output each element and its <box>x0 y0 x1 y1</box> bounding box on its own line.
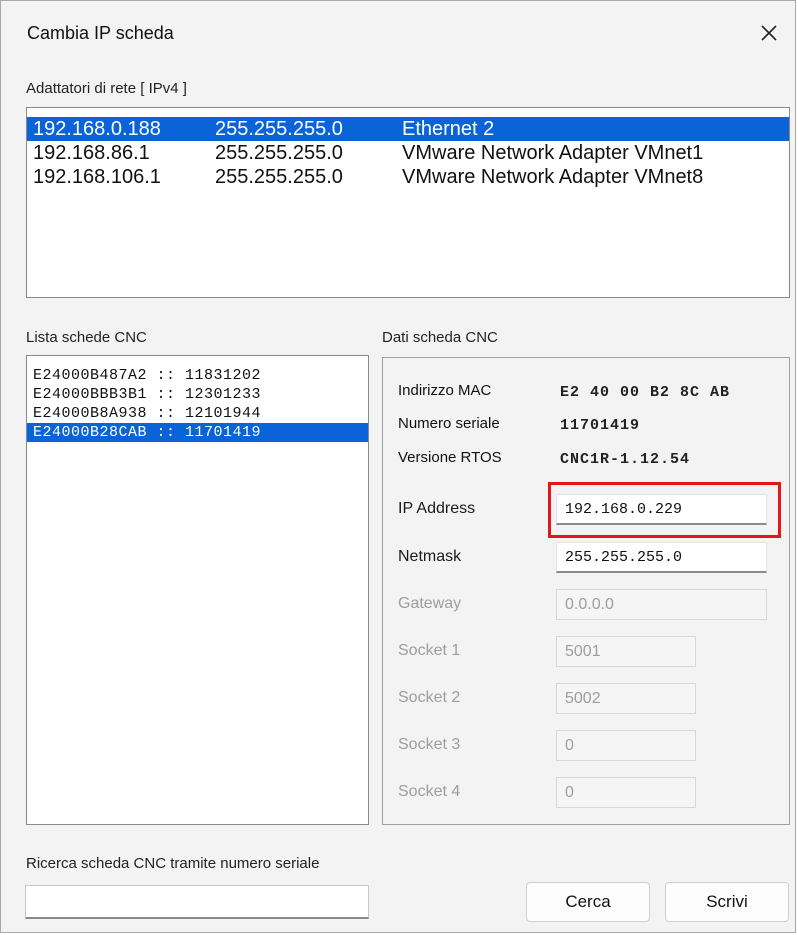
adapter-mask: 255.255.255.0 <box>215 118 343 140</box>
serial-value: 11701419 <box>560 417 641 434</box>
socket-1-label: Socket 1 <box>398 642 461 659</box>
cnc-list-item-selected[interactable]: E24000B28CAB :: 11701419 <box>27 423 368 442</box>
rtos-value: CNC1R-1.12.54 <box>560 451 691 468</box>
adapter-row[interactable]: 192.168.106.1 255.255.255.0 VMware Netwo… <box>27 165 789 189</box>
socket-3-label: Socket 3 <box>398 736 461 753</box>
adapter-row[interactable]: 192.168.86.1 255.255.255.0 VMware Networ… <box>27 141 789 165</box>
socket-1-input[interactable]: 5001 <box>556 636 696 667</box>
cnc-list-label: Lista schede CNC <box>26 329 147 346</box>
search-label: Ricerca scheda CNC tramite numero serial… <box>26 855 320 872</box>
adapter-name: VMware Network Adapter VMnet1 <box>402 142 704 164</box>
write-button[interactable]: Scrivi <box>665 882 789 922</box>
close-icon <box>761 25 777 41</box>
cnc-listbox[interactable]: E24000B487A2 :: 11831202 E24000BBB3B1 ::… <box>26 355 369 825</box>
netmask-input[interactable]: 255.255.255.0 <box>556 542 767 573</box>
adapter-mask: 255.255.255.0 <box>215 166 343 188</box>
adapter-row[interactable]: 192.168.0.188 255.255.255.0 Ethernet 2 <box>27 117 789 141</box>
adapter-ip: 192.168.106.1 <box>33 166 161 188</box>
cnc-list-item[interactable]: E24000B8A938 :: 12101944 <box>27 404 368 423</box>
socket-4-input[interactable]: 0 <box>556 777 696 808</box>
adapter-mask: 255.255.255.0 <box>215 142 343 164</box>
adapters-listbox[interactable]: 192.168.0.188 255.255.255.0 Ethernet 2 1… <box>26 107 790 298</box>
adapter-ip: 192.168.86.1 <box>33 142 150 164</box>
gateway-label: Gateway <box>398 595 462 612</box>
close-button[interactable] <box>749 13 789 53</box>
mac-label: Indirizzo MAC <box>398 382 492 399</box>
adapters-label: Adattatori di rete [ IPv4 ] <box>26 80 187 97</box>
serial-search-input[interactable] <box>25 885 369 919</box>
socket-3-input[interactable]: 0 <box>556 730 696 761</box>
mac-value: E2 40 00 B2 8C AB <box>560 384 731 401</box>
gateway-input[interactable]: 0.0.0.0 <box>556 589 767 620</box>
title-bar: Cambia IP scheda <box>1 1 795 65</box>
adapter-name: VMware Network Adapter VMnet8 <box>402 166 704 188</box>
details-label: Dati scheda CNC <box>382 329 498 346</box>
search-button[interactable]: Cerca <box>526 882 650 922</box>
rtos-label: Versione RTOS <box>398 449 502 466</box>
adapter-ip: 192.168.0.188 <box>33 118 161 140</box>
adapter-name: Ethernet 2 <box>402 118 495 140</box>
window-title: Cambia IP scheda <box>27 23 174 43</box>
socket-4-label: Socket 4 <box>398 783 461 800</box>
cnc-list-item[interactable]: E24000B487A2 :: 11831202 <box>27 366 368 385</box>
cnc-list-item[interactable]: E24000BBB3B1 :: 12301233 <box>27 385 368 404</box>
serial-label: Numero seriale <box>398 415 500 432</box>
highlight-box <box>548 482 781 538</box>
netmask-label: Netmask <box>398 548 462 565</box>
socket-2-label: Socket 2 <box>398 689 461 706</box>
ip-address-label: IP Address <box>398 500 476 517</box>
socket-2-input[interactable]: 5002 <box>556 683 696 714</box>
